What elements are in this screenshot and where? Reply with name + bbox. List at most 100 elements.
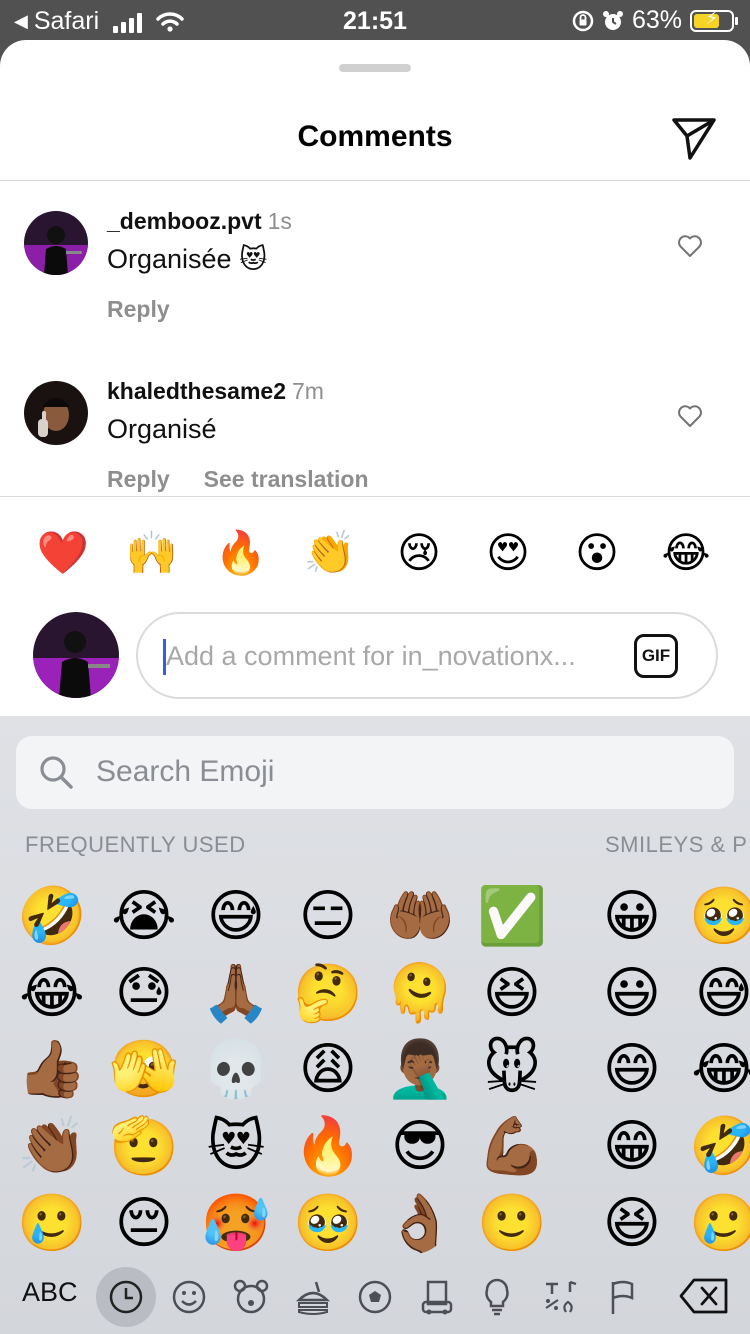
emoji-key[interactable]: 😁 [597, 1111, 667, 1181]
emoji-key[interactable]: 😂 [17, 958, 87, 1028]
username-text[interactable]: _dembooz.pvt [107, 208, 262, 234]
reaction-crying[interactable]: 😢 [392, 526, 446, 580]
username-text[interactable]: khaledthesame2 [107, 378, 286, 404]
emoji-key[interactable]: 🥹 [293, 1188, 363, 1258]
composer-divider [0, 496, 750, 497]
gif-button[interactable]: GIF [634, 634, 678, 678]
emoji-key[interactable]: 🤦🏾‍♂️ [385, 1034, 455, 1104]
emoji-key[interactable]: 😩 [293, 1034, 363, 1104]
reply-button[interactable]: Reply [107, 466, 170, 493]
emoji-key[interactable]: 😃 [597, 958, 667, 1028]
reaction-laughing[interactable]: 😂 [659, 526, 713, 580]
quick-reactions: ❤️ 🙌 🔥 👏 😢 😍 😮 😂 [0, 526, 750, 580]
emoji-key[interactable]: 😎 [385, 1111, 455, 1181]
comment-actions: Reply [107, 296, 170, 323]
comment-time: 1s [267, 208, 292, 234]
emoji-key[interactable]: 💪🏾 [477, 1111, 547, 1181]
emoji-key[interactable]: 🙏🏾 [201, 958, 271, 1028]
ball-category-icon[interactable] [350, 1272, 400, 1322]
reaction-fire[interactable]: 🔥 [214, 526, 268, 580]
reaction-heart-eyes[interactable]: 😍 [481, 526, 535, 580]
sheet-title: Comments [297, 120, 453, 153]
emoji-key[interactable]: 🥵 [201, 1188, 271, 1258]
comment-username[interactable]: khaledthesame2 7m [107, 378, 324, 405]
heart-icon[interactable] [677, 404, 703, 428]
emoji-key[interactable]: 😅 [201, 881, 271, 951]
emoji-key[interactable]: 🥲 [17, 1188, 87, 1258]
avatar[interactable] [24, 211, 88, 275]
emoji-key[interactable]: 🤔 [293, 958, 363, 1028]
emoji-key[interactable]: 😓 [109, 958, 179, 1028]
recent-clock-icon[interactable] [96, 1267, 156, 1327]
emoji-key[interactable]: 😔 [109, 1188, 179, 1258]
comments-sheet: Comments _dembooz.pvt 1s Organisée 😻 Repl… [0, 40, 750, 1334]
bear-category-icon[interactable] [226, 1272, 276, 1322]
emoji-key[interactable]: 🔥 [293, 1111, 363, 1181]
emoji-key[interactable]: 🤣 [689, 1111, 750, 1181]
emoji-key[interactable]: 😑 [293, 881, 363, 951]
reaction-raised-hands[interactable]: 🙌 [125, 526, 179, 580]
buildings-category-icon[interactable] [412, 1272, 462, 1322]
emoji-key[interactable]: 👌🏾 [385, 1188, 455, 1258]
see-translation-button[interactable]: See translation [204, 466, 369, 493]
keyboard-bottom-bar: ABC [0, 1260, 750, 1334]
emoji-key[interactable]: 🐭 [477, 1034, 547, 1104]
emoji-key[interactable]: 💀 [201, 1034, 271, 1104]
emoji-key[interactable]: 🫡 [109, 1111, 179, 1181]
alarm-icon [602, 10, 623, 30]
battery-percent: 63% [631, 6, 682, 34]
own-avatar [33, 612, 119, 698]
emoji-search-field[interactable] [16, 736, 734, 809]
comment-username[interactable]: _dembooz.pvt 1s [107, 208, 292, 235]
flag-category-icon[interactable] [598, 1272, 648, 1322]
emoji-key[interactable]: 🥹 [689, 881, 750, 951]
heart-icon[interactable] [677, 234, 703, 258]
emoji-search-input[interactable] [96, 746, 696, 798]
section-label-frequently-used: FREQUENTLY USED [25, 832, 246, 857]
comment-input[interactable] [166, 632, 616, 680]
comment-actions: Reply See translation [107, 466, 369, 493]
sheet-grabber[interactable] [339, 64, 411, 72]
food-category-icon[interactable] [288, 1272, 338, 1322]
emoji-key[interactable]: 😄 [597, 1034, 667, 1104]
emoji-key[interactable]: 😆 [597, 1188, 667, 1258]
comment-item: _dembooz.pvt 1s Organisée 😻 Reply [0, 208, 750, 338]
comment-item: khaledthesame2 7m Organisé Reply See tran… [0, 378, 750, 508]
emoji-key[interactable]: ✅ [477, 881, 547, 951]
emoji-key[interactable]: 🤲🏾 [385, 881, 455, 951]
comment-composer[interactable]: GIF [136, 612, 718, 699]
emoji-key[interactable]: 🫣 [109, 1034, 179, 1104]
comment-text: Organisé [107, 414, 217, 444]
emoji-key[interactable]: 😅 [689, 958, 750, 1028]
reaction-clap[interactable]: 👏 [303, 526, 357, 580]
lightbulb-category-icon[interactable] [472, 1272, 522, 1322]
share-send-icon[interactable] [668, 110, 720, 162]
orientation-lock-icon [572, 10, 594, 31]
emoji-key[interactable]: 😆 [477, 958, 547, 1028]
delete-key-icon[interactable] [678, 1276, 730, 1316]
reply-button[interactable]: Reply [107, 296, 170, 323]
emoji-key[interactable]: 🫠 [385, 958, 455, 1028]
emoji-key[interactable]: 🥲 [689, 1188, 750, 1258]
reaction-surprised[interactable]: 😮 [570, 526, 624, 580]
symbols-category-icon[interactable] [536, 1272, 586, 1322]
section-label-smileys: SMILEYS & P [605, 832, 748, 857]
emoji-key[interactable]: 😀 [597, 881, 667, 951]
header-divider [0, 180, 750, 181]
emoji-key[interactable]: 😭 [109, 881, 179, 951]
emoji-key[interactable]: 👍🏾 [17, 1034, 87, 1104]
emoji-key[interactable]: 😂 [689, 1034, 750, 1104]
abc-key[interactable]: ABC [22, 1277, 78, 1308]
reaction-heart[interactable]: ❤️ [36, 526, 90, 580]
avatar[interactable] [24, 381, 88, 445]
emoji-key[interactable]: 🤣 [17, 881, 87, 951]
comment-text: Organisée 😻 [107, 244, 268, 274]
comment-time: 7m [291, 378, 324, 404]
emoji-keyboard: FREQUENTLY USED SMILEYS & P 🤣 😭 😅 😑 🤲🏾 ✅ 😂 😓 🙏🏾 🤔… [0, 716, 750, 1334]
emoji-key[interactable]: 😻 [201, 1111, 271, 1181]
emoji-key[interactable]: 👏🏾 [17, 1111, 87, 1181]
emoji-key[interactable]: 🙂 [477, 1188, 547, 1258]
smiley-category-icon[interactable] [164, 1272, 214, 1322]
status-bar: ◀ Safari 21:51 63% ⚡ [0, 0, 750, 40]
status-right: 63% ⚡ [572, 6, 738, 35]
